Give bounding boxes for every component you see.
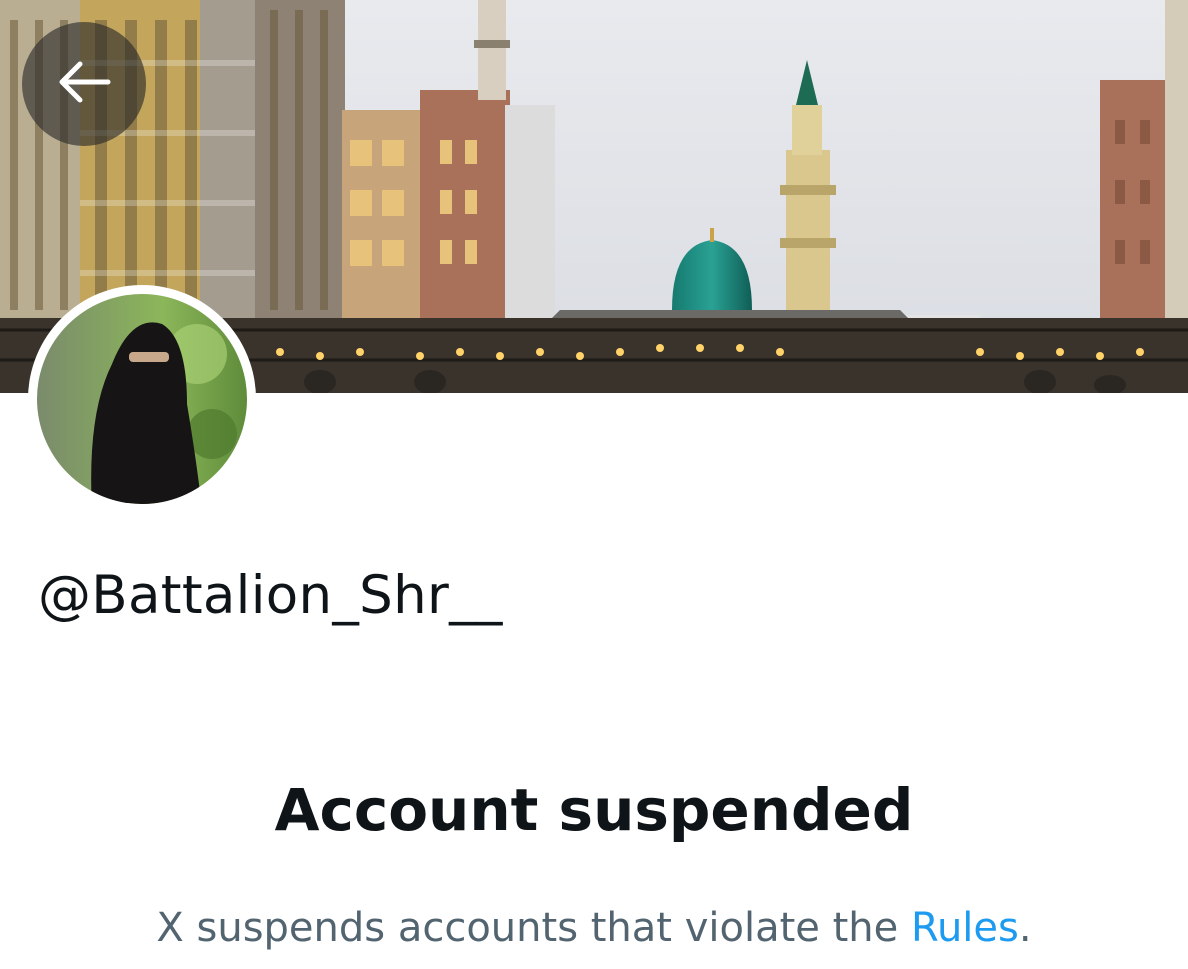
arrow-left-icon [56,58,112,110]
suspension-message: X suspends accounts that violate the Rul… [0,905,1188,951]
suspension-title: Account suspended [274,776,914,844]
suspension-message-end: . [1018,905,1032,951]
rules-link[interactable]: Rules [911,905,1019,951]
avatar[interactable] [28,285,256,513]
suspension-message-text: X suspends accounts that violate the [156,905,911,951]
profile-handle: @Battalion_Shr__ [38,565,503,626]
back-button[interactable] [22,22,146,146]
